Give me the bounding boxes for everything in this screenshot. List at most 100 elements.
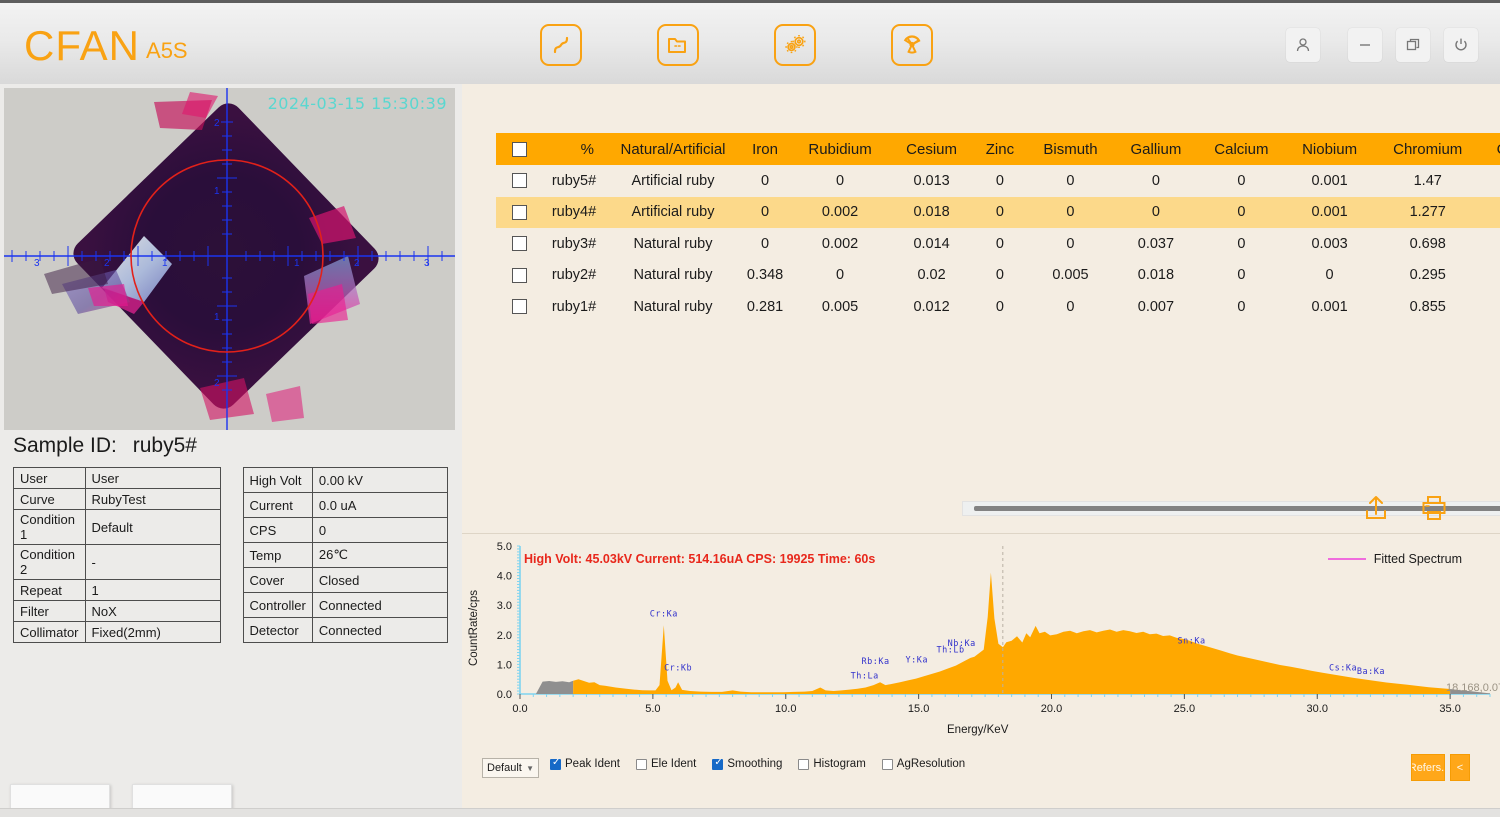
model-name: A5S [146, 36, 188, 67]
cell-natural-artificial: Natural ruby [606, 228, 740, 260]
folder-open-icon-button[interactable] [657, 24, 699, 66]
row-checkbox[interactable] [512, 236, 527, 251]
column-header-natural-artificial[interactable]: Natural/Artificial [606, 133, 740, 165]
print-icon [1419, 493, 1449, 523]
preset-select[interactable]: Default ▼ [482, 758, 539, 778]
info_right-value: 0 [312, 518, 447, 543]
power-button[interactable] [1444, 28, 1478, 62]
peak-label: Sn:Ka [1178, 637, 1206, 647]
checkbox-peak-ident[interactable]: Peak Ident [550, 758, 620, 770]
checkbox-label: Histogram [813, 758, 865, 770]
info_right-key: CPS [243, 518, 312, 543]
column-header-rubidium[interactable]: Rubidium [790, 133, 890, 165]
info_left-key: User [14, 468, 86, 489]
peak-label: Th:La [851, 672, 879, 682]
cell-element-value: 0.018 [890, 197, 973, 229]
camera-timestamp: 2024-03-15 15:30:39 [268, 94, 447, 113]
cell-sample-name: ruby3# [542, 228, 606, 260]
peak-label: Cs:Ka [1329, 663, 1357, 673]
cell-natural-artificial: Natural ruby [606, 260, 740, 292]
cell-element-value: 0.005 [1027, 260, 1115, 292]
checkbox-histogram[interactable]: Histogram [798, 758, 865, 770]
user-icon-button[interactable] [1286, 28, 1320, 62]
row-select-cell [496, 260, 542, 292]
checkbox-box [550, 759, 561, 770]
chart-controls-bar: Default ▼ Peak Ident Ele Ident Smoothing Hi… [462, 749, 1500, 817]
table-row[interactable]: ruby5#Artificial ruby000.01300000.0011.4… [496, 165, 1500, 197]
column-header-coppe[interactable]: Coppe [1481, 133, 1500, 165]
svg-text:1: 1 [162, 258, 168, 269]
info-row: UserUser [14, 468, 221, 489]
info_left-value: 1 [85, 580, 220, 601]
info_left-value: Fixed(2mm) [85, 622, 220, 643]
results-table-container: %Natural/ArtificialIronRubidiumCesiumZin… [496, 133, 1500, 344]
minimize-button[interactable] [1348, 28, 1382, 62]
restore-icon [1404, 36, 1422, 54]
column-header-niobium[interactable]: Niobium [1285, 133, 1374, 165]
spectrum-chart[interactable]: 0.05.010.015.020.025.030.035.00.01.02.03… [462, 534, 1500, 749]
info_left-key: Condition 2 [14, 545, 86, 580]
camera-view[interactable]: 321 123 21 12 2024-03-15 15:30:39 [4, 88, 455, 430]
cell-element-value: 0.295 [1374, 260, 1482, 292]
reference-button[interactable]: Refers.. [1411, 754, 1445, 781]
checkbox-label: Ele Ident [651, 758, 696, 770]
table-row[interactable]: ruby1#Natural ruby0.2810.0050.012000.007… [496, 291, 1500, 323]
column-header-gallium[interactable]: Gallium [1114, 133, 1197, 165]
restore-button[interactable] [1396, 28, 1430, 62]
collapse-button[interactable]: < [1450, 754, 1470, 781]
brand-name: CFAN [24, 25, 140, 67]
cell-element-value: 0 [740, 165, 790, 197]
table-row[interactable]: ruby2#Natural ruby0.34800.0200.0050.0180… [496, 260, 1500, 292]
info-row: Condition 2- [14, 545, 221, 580]
column-header-calcium[interactable]: Calcium [1198, 133, 1286, 165]
info-row: Temp26℃ [243, 543, 447, 568]
column-header-cesium[interactable]: Cesium [890, 133, 973, 165]
cell-element-value: 0 [1198, 197, 1286, 229]
cell-element-value: 0 [973, 228, 1026, 260]
export-button[interactable] [1358, 490, 1394, 526]
row-checkbox[interactable] [512, 173, 527, 188]
column-header-zinc[interactable]: Zinc [973, 133, 1026, 165]
svg-text:2: 2 [354, 258, 360, 269]
column-header-chromium[interactable]: Chromium [1374, 133, 1482, 165]
cell-element-value: 0 [1198, 165, 1286, 197]
curve-icon-button[interactable] [540, 24, 582, 66]
info_left-value: User [85, 468, 220, 489]
checkbox-smoothing[interactable]: Smoothing [712, 758, 782, 770]
row-select-cell [496, 197, 542, 229]
gears-icon-button[interactable] [774, 24, 816, 66]
legend-label-fitted-spectrum: Fitted Spectrum [1374, 552, 1462, 566]
column-header-iron[interactable]: Iron [740, 133, 790, 165]
info-row: High Volt0.00 kV [243, 468, 447, 493]
cell-element-value: 0.001 [1285, 165, 1374, 197]
radiation-icon-button[interactable] [891, 24, 933, 66]
info_right-key: Temp [243, 543, 312, 568]
row-checkbox[interactable] [512, 205, 527, 220]
x-tick-label: 10.0 [775, 703, 796, 715]
info_left-key: Repeat [14, 580, 86, 601]
x-tick-label: 5.0 [645, 703, 660, 715]
cell-element-value: 0 [740, 228, 790, 260]
sample-id-row: Sample ID: ruby5# [13, 434, 197, 458]
row-checkbox[interactable] [512, 268, 527, 283]
info_right-value: Connected [312, 593, 447, 618]
column-header--[interactable]: % [542, 133, 606, 165]
row-checkbox[interactable] [512, 299, 527, 314]
checkbox-label: Peak Ident [565, 758, 620, 770]
info-tables: UserUserCurveRubyTestCondition 1DefaultC… [13, 467, 448, 643]
checkbox-ele-ident[interactable]: Ele Ident [636, 758, 696, 770]
cell-element-value: 0.001 [1285, 291, 1374, 323]
cell-element-value: 0 [973, 197, 1026, 229]
svg-text:3: 3 [34, 258, 40, 269]
table-row[interactable]: ruby4#Artificial ruby00.0020.01800000.00… [496, 197, 1500, 229]
checkbox-agresolution[interactable]: AgResolution [882, 758, 965, 770]
info_left-value: - [85, 545, 220, 580]
peak-label: Y:Ka [906, 656, 928, 666]
table-row[interactable]: ruby3#Natural ruby00.0020.014000.03700.0… [496, 228, 1500, 260]
application-window: CFAN A5S [0, 0, 1500, 817]
select-all-checkbox[interactable] [512, 142, 527, 157]
column-header-bismuth[interactable]: Bismuth [1027, 133, 1115, 165]
print-button[interactable] [1416, 490, 1452, 526]
info_right-value: Closed [312, 568, 447, 593]
cell-element-value: 0 [1481, 228, 1500, 260]
